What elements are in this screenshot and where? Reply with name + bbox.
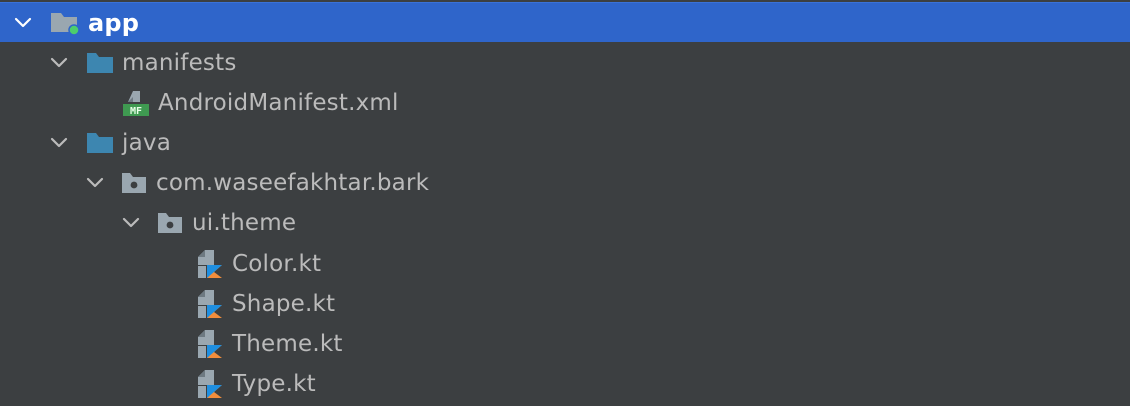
tree-label-file: Shape.kt (232, 291, 336, 317)
chevron-down-icon[interactable] (48, 52, 70, 74)
tree-label-android-manifest: AndroidManifest.xml (158, 90, 399, 116)
tree-label-app: app (88, 8, 140, 37)
package-icon (122, 173, 146, 193)
tree-row-app[interactable]: app (0, 2, 1130, 42)
kotlin-file-icon (198, 330, 222, 358)
project-tree: app manifests MF AndroidManifest.xml jav… (0, 0, 1130, 406)
folder-icon (87, 133, 113, 153)
tree-row-manifests[interactable]: manifests (0, 43, 1130, 83)
package-icon (158, 213, 182, 233)
kotlin-file-icon (198, 370, 222, 398)
chevron-down-icon[interactable] (84, 172, 106, 194)
tree-row-file[interactable]: Type.kt (0, 364, 1130, 404)
tree-row-file[interactable]: Shape.kt (0, 284, 1130, 324)
folder-icon (87, 53, 113, 73)
tree-row-file[interactable]: Theme.kt (0, 324, 1130, 364)
tree-label-file: Color.kt (232, 251, 322, 277)
tree-row-android-manifest[interactable]: MF AndroidManifest.xml (0, 83, 1130, 123)
tree-row-file[interactable]: Color.kt (0, 244, 1130, 284)
kotlin-file-icon (198, 250, 222, 278)
tree-label-java: java (122, 130, 171, 156)
kotlin-file-icon (198, 290, 222, 318)
tree-row-package-root[interactable]: com.waseefakhtar.bark (0, 163, 1130, 203)
tree-label-file: Theme.kt (232, 331, 343, 357)
tree-label-package-theme: ui.theme (192, 210, 297, 236)
module-folder-icon (51, 12, 80, 36)
chevron-down-icon[interactable] (120, 212, 142, 234)
manifest-badge-text: MF (130, 106, 142, 117)
chevron-down-icon[interactable] (48, 132, 70, 154)
chevron-down-icon[interactable] (12, 12, 34, 34)
tree-label-package-root: com.waseefakhtar.bark (156, 170, 430, 196)
tree-row-package-theme[interactable]: ui.theme (0, 203, 1130, 243)
tree-row-java[interactable]: java (0, 123, 1130, 163)
tree-label-manifests: manifests (122, 50, 237, 76)
tree-label-file: Type.kt (232, 371, 316, 397)
manifest-file-icon: MF (123, 91, 149, 117)
